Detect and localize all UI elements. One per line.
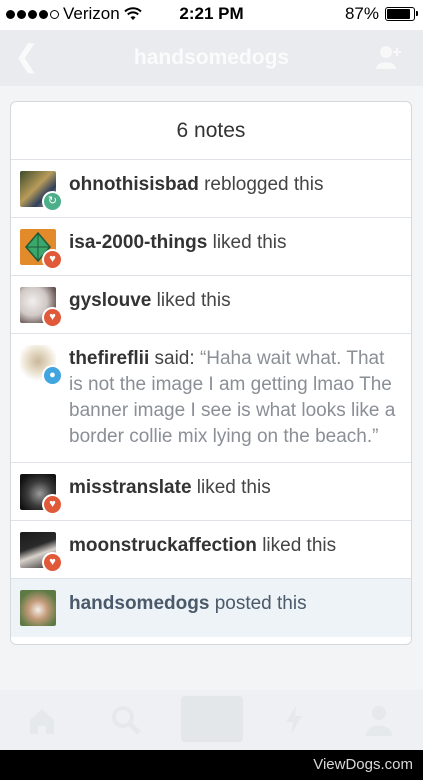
note-item[interactable]: ♥ isa-2000-things liked this	[11, 218, 411, 276]
note-item[interactable]: ↻ ohnothisisbad reblogged this	[11, 160, 411, 218]
note-item[interactable]: handsomedogs posted this	[11, 579, 411, 637]
note-username[interactable]: misstranslate	[69, 477, 192, 498]
avatar[interactable]	[20, 590, 56, 626]
battery-group: 87%	[344, 4, 418, 24]
reblog-icon: ↻	[42, 191, 63, 212]
compose-button[interactable]	[181, 696, 243, 742]
note-username[interactable]: isa-2000-things	[69, 232, 207, 253]
note-action: liked this	[262, 535, 337, 556]
note-username[interactable]: ohnothisisbad	[69, 174, 199, 195]
note-action: liked this	[212, 232, 287, 253]
note-action: liked this	[156, 290, 231, 311]
note-item[interactable]: ♥ moonstruckaffection liked this	[11, 521, 411, 579]
search-icon[interactable]	[108, 702, 144, 738]
tab-bar	[0, 690, 423, 750]
blog-title: handsomedogs	[133, 46, 290, 69]
home-icon[interactable]	[24, 702, 60, 738]
note-action: liked this	[196, 477, 271, 498]
watermark-bar: ViewDogs.com	[0, 750, 423, 780]
note-item[interactable]: ♥ gyslouve liked this	[11, 276, 411, 334]
battery-fill	[387, 9, 410, 19]
note-action: said:	[154, 348, 195, 369]
navigation-bar: ❮ handsomedogs	[0, 30, 423, 86]
heart-icon: ♥	[42, 307, 63, 328]
notes-count-title: 6 notes	[11, 102, 411, 160]
battery-icon	[385, 7, 418, 21]
note-action: posted this	[214, 593, 307, 614]
heart-icon: ♥	[42, 494, 63, 515]
note-username[interactable]: moonstruckaffection	[69, 535, 257, 556]
note-username[interactable]: handsomedogs	[69, 593, 209, 614]
account-icon[interactable]	[361, 702, 397, 738]
activity-icon[interactable]	[276, 702, 312, 738]
battery-percent: 87%	[344, 4, 379, 23]
note-action: reblogged this	[204, 174, 324, 195]
heart-icon: ♥	[42, 249, 63, 270]
status-bar: Verizon 2:21 PM 87%	[0, 0, 423, 30]
speech-bubble-icon: ●	[42, 365, 63, 386]
follow-user-icon[interactable]	[375, 44, 401, 70]
note-item[interactable]: ♥ misstranslate liked this	[11, 463, 411, 521]
note-username[interactable]: gyslouve	[69, 290, 151, 311]
note-item[interactable]: ● thefireflii said: “Haha wait what. Tha…	[11, 334, 411, 463]
notes-card: 6 notes ↻ ohnothisisbad reblogged this ♥…	[10, 101, 412, 645]
note-username[interactable]: thefireflii	[69, 348, 149, 369]
watermark-text: ViewDogs.com	[313, 756, 413, 773]
heart-icon: ♥	[42, 552, 63, 573]
